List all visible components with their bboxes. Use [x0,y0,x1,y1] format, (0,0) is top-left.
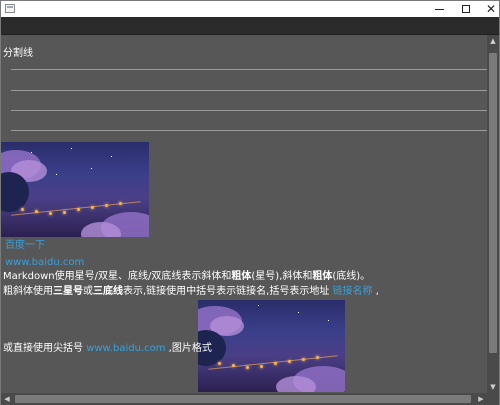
bold-span: 三星号 [53,286,83,297]
scroll-down-icon[interactable]: ▼ [487,381,499,393]
bold-span: 粗体 [312,271,333,282]
paragraph-links: 粗斜体使用三星号或三底线表示,链接使用中括号表示链接名,括号表示地址 链接名称 … [3,285,379,298]
paragraph-emphasis: Markdown使用星号/双星、底线/双底线表示斜体和粗体(星号),斜体和粗体(… [3,270,370,283]
horizontal-scrollbar[interactable]: ◀ ▶ [1,393,487,405]
bold-span: 三底线 [93,286,123,297]
maximize-button[interactable] [452,1,480,17]
horizontal-rule [11,90,487,91]
toolbar [1,17,499,35]
scroll-left-icon[interactable]: ◀ [1,393,13,405]
text-span: Markdown使用星号/双星、底线/双底线表示斜体和 [3,271,232,282]
baidu-url-link[interactable]: www.baidu.com [5,256,84,269]
close-button[interactable]: ✕ [477,1,500,17]
paragraph-image: 或直接使用尖括号 www.baidu.com ,图片格式 [3,342,212,355]
title-bar: ✕ [1,1,499,17]
minimize-button[interactable] [425,1,453,17]
app-window: ✕ 分割线 百度一下 www.baidu.com Markdown使用星号/双星… [0,0,500,405]
app-icon [5,4,15,13]
angle-bracket-link[interactable]: www.baidu.com [86,343,165,354]
section-title: 分割线 [3,48,33,59]
text-span: ,图片格式 [165,343,212,354]
horizontal-rule [11,69,487,70]
link-name-link[interactable]: 链接名称 [333,286,373,297]
text-span: 或 [83,286,93,297]
night-sky-image [198,300,345,392]
vertical-scroll-thumb[interactable] [489,53,497,353]
maximize-icon [462,5,470,13]
horizontal-scroll-thumb[interactable] [15,395,471,403]
text-span: (底线)。 [332,271,371,282]
scroll-up-icon[interactable]: ▲ [487,35,499,47]
scroll-right-icon[interactable]: ▶ [475,393,487,405]
markdown-preview: 分割线 百度一下 www.baidu.com Markdown使用星号/双星、底… [1,35,487,393]
bold-span: 粗体 [231,271,252,282]
horizontal-rule [11,110,487,111]
minimize-icon [434,8,444,10]
close-icon: ✕ [485,2,497,16]
horizontal-rule [11,130,487,131]
text-span: 或直接使用尖括号 [3,343,87,354]
night-sky-image [1,142,149,237]
scrollbar-corner [487,393,499,405]
baidu-link[interactable]: 百度一下 [5,239,45,252]
vertical-scrollbar[interactable]: ▲ ▼ [487,35,499,393]
text-span: 粗斜体使用 [3,286,53,297]
text-span: , [372,286,379,297]
text-span: (星号),斜体和 [251,271,313,282]
text-span: 表示,链接使用中括号表示链接名,括号表示地址 [123,286,333,297]
